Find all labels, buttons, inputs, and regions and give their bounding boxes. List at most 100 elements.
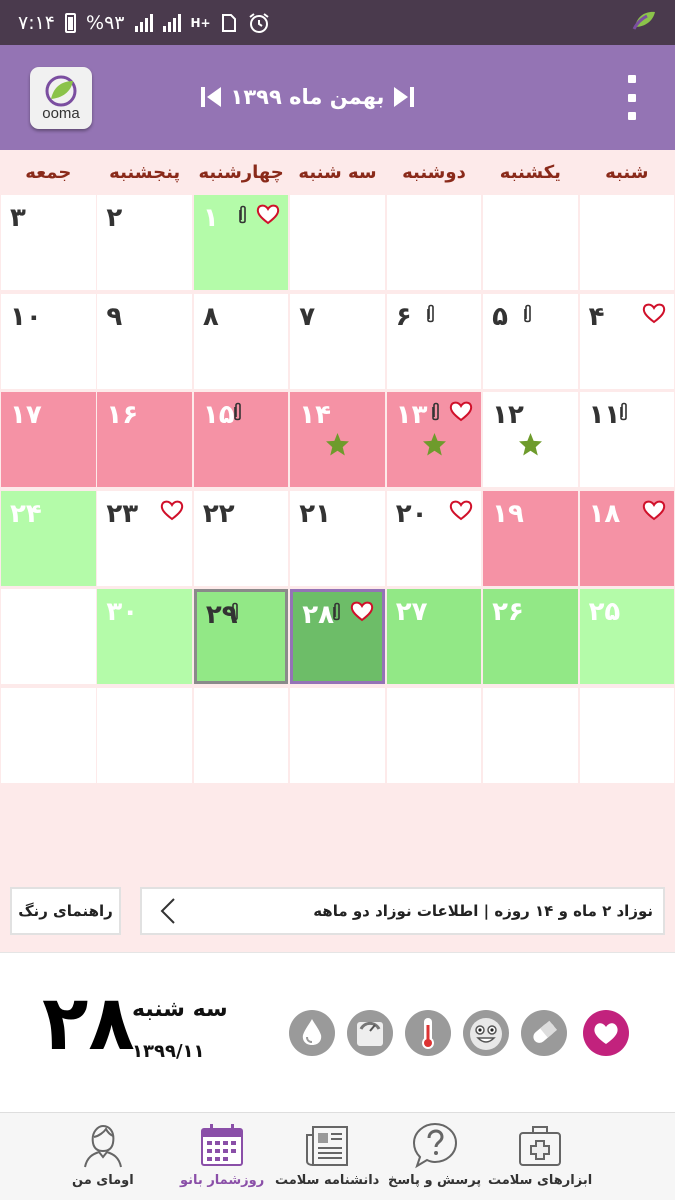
calendar-empty-cell <box>290 195 385 290</box>
calendar-day-cell[interactable]: ۲۵ <box>579 589 675 684</box>
day-number: ۲ <box>106 203 123 233</box>
calendar-day-cell[interactable]: ۶ <box>386 293 482 389</box>
weekday-label: یکشنبه <box>499 162 561 183</box>
weekday-header: شنبه یکشنبه دوشنبه سه شنبه چهارشنبه پنجشنبه جم… <box>0 150 675 195</box>
smiley-icon[interactable] <box>462 1009 510 1057</box>
calendar-day-cell[interactable]: ۱۲ <box>483 392 578 487</box>
note-clip-icon <box>427 304 435 322</box>
day-tools <box>288 1009 630 1057</box>
heart-marker-icon <box>642 500 666 520</box>
app-bar: ooma بهمن ماه ۱۳۹۹ <box>0 45 675 150</box>
heart-icon[interactable] <box>582 1009 630 1057</box>
calendar-day-cell[interactable]: ۲۳ <box>97 490 192 586</box>
calendar-day-cell[interactable]: ۲۱ <box>290 490 385 586</box>
woman-icon <box>83 1124 122 1168</box>
day-number: ۱۳ <box>395 400 428 430</box>
calendar-day-cell[interactable]: ۱۰ <box>1 293 96 389</box>
pill-icon[interactable] <box>520 1009 568 1057</box>
nav-women-calendar[interactable]: روزشمار بانو <box>180 1113 264 1200</box>
calendar-day-cell[interactable]: ۱۶ <box>97 392 192 487</box>
day-number: ۱۲ <box>492 400 524 430</box>
nav-my-ooma[interactable]: اومای من <box>72 1113 134 1200</box>
calendar-day-cell[interactable]: ۲۸ <box>290 589 385 684</box>
calendar-day-cell[interactable]: ۲۴ <box>1 490 96 586</box>
leaf-icon <box>45 75 77 106</box>
day-number: ۱۶ <box>106 400 139 430</box>
heart-marker-icon <box>450 500 473 520</box>
calendar-empty-cell <box>483 687 578 783</box>
calendar-day-cell[interactable]: ۱۳ <box>386 392 482 487</box>
heart-marker-icon <box>160 500 184 520</box>
calendar-day-cell[interactable]: ۱ <box>193 195 289 290</box>
nav-label-women-calendar: روزشمار بانو <box>180 1173 265 1188</box>
calendar-grid: ۱ ۲ ۳ ۴ ۵ ۶ ۷ ۸ ۹ ۱۰ ۱۱ ۱۲ ۱۳ ۱۴ ۱۵ ۱۶ ۱۷ ۱۸ ۱۹ ۲۰ ۲۱ ۲۲ ۲۳ ۲۴ ۲… <box>0 195 675 787</box>
star-marker-icon <box>519 433 543 456</box>
day-number: ۶ <box>395 301 412 332</box>
note-clip-icon <box>239 205 247 224</box>
weekday-label: پنجشنبه <box>109 162 181 183</box>
day-number: ۱ <box>202 203 219 233</box>
calendar-day-cell[interactable]: ۱۵ <box>193 392 289 487</box>
newspaper-icon <box>306 1126 349 1166</box>
logo-text: ooma <box>42 104 80 122</box>
previous-month-button[interactable] <box>200 85 222 109</box>
next-month-button[interactable] <box>393 85 415 109</box>
color-guide-button[interactable]: راهنمای رنگ <box>10 887 121 935</box>
calendar-empty-cell <box>579 687 675 783</box>
nav-health-encyclopedia[interactable]: دانشنامه سلامت <box>275 1113 379 1200</box>
calendar-empty-cell <box>1 687 96 783</box>
calendar-day-cell[interactable]: ۳۰ <box>97 589 192 684</box>
calendar-day-cell[interactable]: ۹ <box>97 293 192 389</box>
calendar-day-cell[interactable]: ۷ <box>290 293 385 389</box>
calendar-empty-cell <box>386 687 482 783</box>
note-clip-icon <box>332 602 340 621</box>
calendar-day-cell[interactable]: ۲۷ <box>386 589 482 684</box>
calendar-day-cell[interactable]: ۲۲ <box>193 490 289 586</box>
nav-questions-answers[interactable]: پرسش و پاسخ <box>388 1113 481 1200</box>
calendar-day-cell[interactable]: ۲۶ <box>483 589 578 684</box>
day-number: ۲۸ <box>302 600 335 630</box>
sim-icon <box>221 13 236 32</box>
calendar-day-cell[interactable]: ۱۴ <box>290 392 385 487</box>
heart-marker-icon <box>642 303 666 323</box>
calendar-day-cell[interactable]: ۵ <box>483 293 578 389</box>
calendar-day-cell[interactable]: ۳ <box>1 195 96 290</box>
calendar-day-cell[interactable]: ۱۸ <box>579 490 675 586</box>
bottom-navigation: اومای من روزشمار بانو دانشنامه سلامت پرس… <box>0 1112 675 1200</box>
status-battery: %۹۳ <box>86 11 125 34</box>
day-number: ۳۰ <box>106 597 139 627</box>
ooma-logo[interactable]: ooma <box>30 67 92 129</box>
month-title: بهمن ماه ۱۳۹۹ <box>230 85 385 109</box>
baby-info-text: نوزاد ۲ ماه و ۱۴ روزه | اطلاعات نوزاد دو… <box>313 902 653 920</box>
nav-health-tools[interactable]: ابزارهای سلامت <box>488 1113 592 1200</box>
info-row: راهنمای رنگ نوزاد ۲ ماه و ۱۴ روزه | اطلا… <box>0 885 675 937</box>
day-number: ۱۴ <box>299 400 332 430</box>
calendar-empty-cell <box>579 195 675 290</box>
signal-icon-2 <box>162 13 181 32</box>
calendar-day-cell[interactable]: ۲۹ <box>193 589 289 684</box>
baby-info-box[interactable]: نوزاد ۲ ماه و ۱۴ روزه | اطلاعات نوزاد دو… <box>140 887 665 935</box>
day-number: ۱۱ <box>588 400 621 430</box>
network-type: H+ <box>190 15 211 30</box>
calendar-day-cell[interactable]: ۲۰ <box>386 490 482 586</box>
calendar-day-cell[interactable]: ۸ <box>193 293 289 389</box>
scale-icon[interactable] <box>346 1009 394 1057</box>
calendar-day-cell[interactable]: ۱۹ <box>483 490 578 586</box>
calendar-icon <box>201 1124 244 1166</box>
thermometer-icon[interactable] <box>404 1009 452 1057</box>
calendar-day-cell[interactable]: ۱۱ <box>579 392 675 487</box>
star-marker-icon <box>326 433 350 456</box>
day-number: ۱۰ <box>10 301 42 332</box>
overflow-menu-button[interactable] <box>627 75 637 120</box>
day-number: ۱۵ <box>202 400 235 430</box>
day-number: ۲۲ <box>202 498 235 529</box>
star-marker-icon <box>422 433 446 456</box>
weekday-label: سه شنبه <box>298 162 377 183</box>
drop-icon[interactable] <box>288 1009 336 1057</box>
alarm-icon <box>249 12 269 33</box>
calendar-day-cell[interactable]: ۴ <box>579 293 675 389</box>
calendar-empty-cell <box>193 687 289 783</box>
calendar-day-cell[interactable]: ۱۷ <box>1 392 96 487</box>
calendar-day-cell[interactable]: ۲ <box>97 195 192 290</box>
day-number: ۳ <box>10 203 26 233</box>
